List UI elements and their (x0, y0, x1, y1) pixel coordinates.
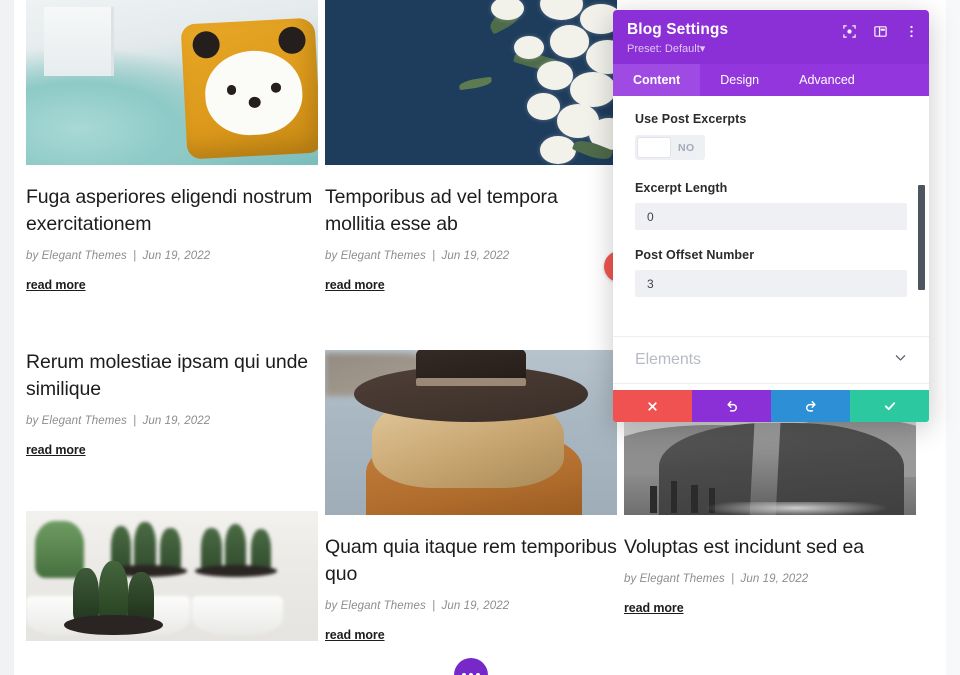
chevron-down-icon (894, 351, 907, 369)
meta-separator: | (133, 249, 137, 262)
close-icon (646, 400, 659, 413)
undo-icon (725, 399, 739, 413)
blog-post-card[interactable]: Voluptas est incidunt sed ea by Elegant … (624, 410, 916, 617)
field-label: Use Post Excerpts (635, 112, 747, 126)
post-meta: by Elegant Themes | Jun 19, 2022 (624, 573, 916, 585)
check-icon (883, 399, 897, 413)
meta-separator: | (731, 572, 735, 585)
post-author-prefix: by (325, 599, 338, 612)
blog-column-1: Fuga asperiores eligendi nostrum exercit… (26, 0, 318, 663)
post-meta: by Elegant Themes | Jun 19, 2022 (325, 250, 617, 262)
post-date: Jun 19, 2022 (441, 599, 510, 612)
post-meta: by Elegant Themes | Jun 19, 2022 (26, 250, 318, 262)
accordion-link[interactable]: Link (613, 383, 929, 390)
post-title[interactable]: Fuga asperiores eligendi nostrum exercit… (26, 184, 318, 238)
read-more-link[interactable]: read more (624, 601, 684, 615)
post-featured-image-woman-in-hat-icon[interactable] (325, 349, 617, 515)
post-date: Jun 19, 2022 (441, 249, 510, 262)
post-title[interactable]: Rerum molestiae ipsam qui unde similique (26, 349, 318, 403)
field-post-offset-number: Post Offset Number 3 (613, 248, 929, 297)
post-author[interactable]: Elegant Themes (341, 600, 426, 612)
load-more-dots-button[interactable] (454, 657, 488, 675)
field-label: Excerpt Length (635, 181, 728, 195)
post-featured-image-blossoms-icon[interactable] (325, 0, 617, 165)
modal-header: Blog Settings Preset: Default▾ (613, 10, 929, 64)
preset-label: Preset: Default (627, 43, 700, 55)
post-title[interactable]: Temporibus ad vel tempora mollitia esse … (325, 184, 617, 238)
post-featured-image-hillside-icon[interactable] (624, 410, 916, 515)
modal-preset-selector[interactable]: Preset: Default▾ (627, 42, 915, 55)
post-author-prefix: by (624, 572, 637, 585)
post-author[interactable]: Elegant Themes (42, 415, 127, 427)
read-more-link[interactable]: read more (325, 628, 385, 642)
blog-settings-modal: Blog Settings Preset: Default▾ Content D… (613, 10, 929, 422)
blog-post-card[interactable]: Quam quia itaque rem temporibus quo by E… (325, 349, 617, 675)
undo-button[interactable] (692, 390, 771, 422)
post-meta: by Elegant Themes | Jun 19, 2022 (325, 600, 617, 612)
post-author[interactable]: Elegant Themes (640, 573, 725, 585)
layout-icon[interactable] (873, 24, 888, 39)
post-author-prefix: by (26, 249, 39, 262)
post-title[interactable]: Voluptas est incidunt sed ea (624, 534, 916, 561)
meta-separator: | (133, 414, 137, 427)
tab-advanced[interactable]: Advanced (779, 64, 875, 96)
post-offset-number-input[interactable]: 3 (635, 270, 907, 297)
excerpt-length-input[interactable]: 0 (635, 203, 907, 230)
post-date: Jun 19, 2022 (142, 414, 211, 427)
cancel-button[interactable] (613, 390, 692, 422)
caret-down-icon: ▾ (699, 43, 706, 55)
tab-content[interactable]: Content (613, 64, 701, 96)
meta-separator: | (432, 599, 436, 612)
blog-post-card[interactable]: Fuga asperiores eligendi nostrum exercit… (26, 0, 318, 294)
save-button[interactable] (850, 390, 929, 422)
post-featured-image-cacti-icon[interactable] (26, 510, 318, 641)
blog-post-card[interactable] (26, 510, 318, 641)
toggle-value: NO (678, 141, 695, 154)
post-author[interactable]: Elegant Themes (341, 250, 426, 262)
page-gutter-left (0, 0, 14, 675)
read-more-link[interactable]: read more (26, 443, 86, 457)
accordion-elements[interactable]: Elements (613, 336, 929, 383)
field-use-post-excerpts: Use Post Excerpts NO (613, 96, 929, 163)
toggle-knob (637, 137, 671, 158)
post-meta: by Elegant Themes | Jun 19, 2022 (26, 415, 318, 427)
read-more-link[interactable]: read more (26, 278, 86, 292)
field-label: Post Offset Number (635, 248, 755, 262)
accordion-label: Elements (635, 351, 701, 368)
blog-post-card[interactable]: Temporibus ad vel tempora mollitia esse … (325, 0, 617, 294)
post-date: Jun 19, 2022 (142, 249, 211, 262)
more-vertical-icon[interactable] (904, 24, 919, 39)
page-gutter-right (946, 0, 960, 675)
post-date: Jun 19, 2022 (740, 572, 809, 585)
post-author-prefix: by (325, 249, 338, 262)
blog-column-2: Temporibus ad vel tempora mollitia esse … (325, 0, 617, 675)
field-excerpt-length: Excerpt Length 0 (613, 181, 929, 230)
focus-icon[interactable] (842, 24, 857, 39)
redo-icon (804, 399, 818, 413)
post-title[interactable]: Quam quia itaque rem temporibus quo (325, 534, 617, 588)
use-post-excerpts-toggle[interactable]: NO (635, 135, 705, 160)
tab-design[interactable]: Design (700, 64, 779, 96)
modal-header-icons (842, 24, 919, 39)
post-author-prefix: by (26, 414, 39, 427)
modal-scrollbar[interactable] (918, 185, 925, 290)
post-featured-image-panda-pillow-icon[interactable] (26, 0, 318, 165)
modal-footer-actions (613, 390, 929, 422)
read-more-link[interactable]: read more (325, 278, 385, 292)
divi-builder-screen: Fuga asperiores eligendi nostrum exercit… (0, 0, 960, 675)
modal-body: Use Post Excerpts NO Excerpt Length 0 Po… (613, 96, 929, 390)
modal-tabs: Content Design Advanced (613, 64, 929, 96)
post-author[interactable]: Elegant Themes (42, 250, 127, 262)
meta-separator: | (432, 249, 436, 262)
blog-post-card[interactable]: Rerum molestiae ipsam qui unde similique… (26, 349, 318, 459)
redo-button[interactable] (771, 390, 850, 422)
